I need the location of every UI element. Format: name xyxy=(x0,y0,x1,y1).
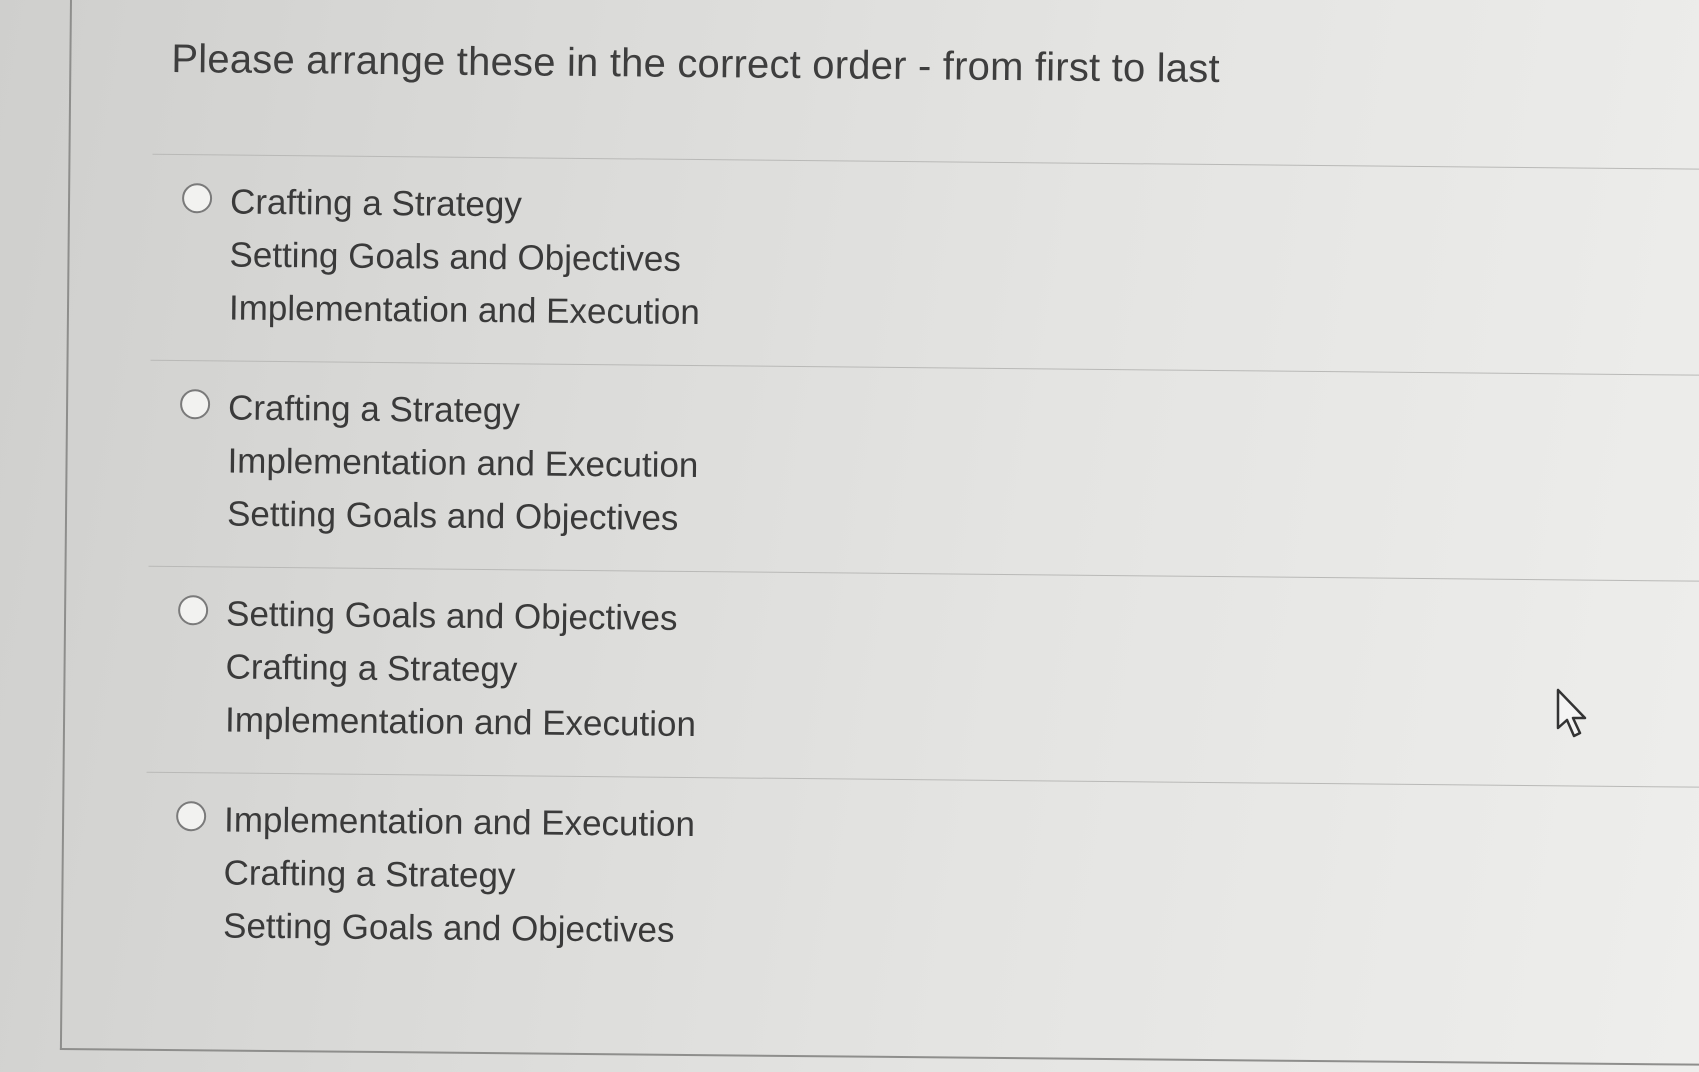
option-line: Implementation and Execution xyxy=(227,441,699,486)
option-line: Setting Goals and Objectives xyxy=(225,594,678,638)
answer-option-3[interactable]: Setting Goals and Objectives Crafting a … xyxy=(146,565,1699,787)
answer-option-2[interactable]: Crafting a Strategy Implementation and E… xyxy=(148,359,1699,581)
radio-unselected-icon[interactable] xyxy=(181,183,213,214)
screen: Please arrange these in the correct orde… xyxy=(0,0,1699,1072)
answer-options: Crafting a Strategy Setting Goals and Ob… xyxy=(144,153,1699,993)
option-label[interactable]: Setting Goals and Objectives Crafting a … xyxy=(225,588,697,752)
radio-unselected-icon[interactable] xyxy=(177,595,209,626)
answer-option-1[interactable]: Crafting a Strategy Setting Goals and Ob… xyxy=(150,153,1699,375)
option-line: Crafting a Strategy xyxy=(223,853,516,896)
option-line: Setting Goals and Objectives xyxy=(222,906,675,950)
option-label[interactable]: Crafting a Strategy Implementation and E… xyxy=(227,382,699,546)
option-line: Setting Goals and Objectives xyxy=(229,235,682,279)
answer-option-4[interactable]: Implementation and Execution Crafting a … xyxy=(144,771,1699,993)
radio-unselected-icon[interactable] xyxy=(176,801,207,832)
option-line: Implementation and Execution xyxy=(224,700,697,745)
question-card: Please arrange these in the correct orde… xyxy=(59,0,1699,1066)
mouse-pointer-icon xyxy=(1556,688,1587,738)
option-line: Implementation and Execution xyxy=(228,288,701,333)
radio-unselected-icon[interactable] xyxy=(179,389,211,420)
option-line: Crafting a Strategy xyxy=(227,388,521,431)
option-label[interactable]: Crafting a Strategy Setting Goals and Ob… xyxy=(229,176,701,340)
option-label[interactable]: Implementation and Execution Crafting a … xyxy=(223,794,695,958)
option-line: Implementation and Execution xyxy=(223,800,696,845)
option-line: Setting Goals and Objectives xyxy=(226,494,679,538)
question-text: Please arrange these in the correct orde… xyxy=(171,36,1220,92)
option-line: Crafting a Strategy xyxy=(229,182,523,225)
option-line: Crafting a Strategy xyxy=(225,647,518,690)
